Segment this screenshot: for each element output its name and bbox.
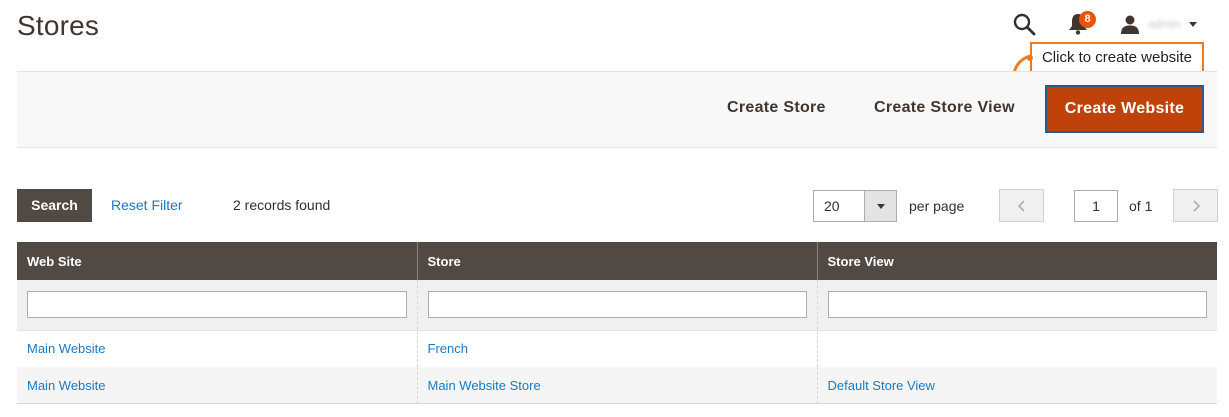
per-page-toggle[interactable]	[864, 191, 896, 221]
store-view-link[interactable]: Default Store View	[828, 378, 935, 393]
column-header-store-view[interactable]: Store View	[816, 242, 1217, 280]
store-link[interactable]: French	[428, 341, 468, 356]
records-count: 2 records found	[233, 197, 331, 213]
create-website-button[interactable]: Create Website	[1045, 85, 1204, 133]
next-page-button[interactable]	[1173, 189, 1218, 222]
table-row: Main Website Main Website Store Default …	[17, 367, 1217, 404]
chevron-left-icon	[1017, 200, 1025, 212]
column-header-store[interactable]: Store	[416, 242, 817, 280]
page-actions-bar	[17, 71, 1217, 148]
create-store-view-button[interactable]: Create Store View	[874, 99, 1015, 117]
user-name: admin	[1148, 17, 1181, 31]
create-store-button[interactable]: Create Store	[727, 99, 826, 117]
stores-grid: Web Site Store Store View Main Website F…	[17, 242, 1217, 404]
web-site-link[interactable]: Main Website	[27, 341, 106, 356]
total-pages-label: of 1	[1129, 198, 1153, 214]
per-page-label: per page	[909, 198, 965, 214]
per-page-value: 20	[824, 198, 840, 214]
table-row: Main Website French	[17, 330, 1217, 367]
per-page-select[interactable]: 20	[813, 190, 897, 222]
search-button[interactable]: Search	[17, 189, 92, 222]
store-filter-input[interactable]	[427, 291, 807, 319]
previous-page-button[interactable]	[999, 189, 1044, 222]
web-site-filter-input[interactable]	[27, 291, 407, 319]
grid-header-row: Web Site Store Store View	[17, 242, 1217, 280]
search-icon[interactable]	[1012, 12, 1036, 36]
page-title: Stores	[17, 10, 100, 41]
store-view-filter-input[interactable]	[827, 291, 1207, 319]
user-icon	[1121, 15, 1139, 34]
chevron-down-icon	[1188, 21, 1197, 27]
web-site-link[interactable]: Main Website	[27, 378, 106, 393]
chevron-right-icon	[1193, 200, 1201, 212]
notification-badge[interactable]: 8	[1079, 11, 1096, 28]
grid-filter-row	[17, 280, 1217, 331]
store-link[interactable]: Main Website Store	[428, 378, 541, 393]
user-menu[interactable]: admin	[1120, 12, 1197, 36]
current-page-input[interactable]	[1074, 190, 1118, 222]
caret-down-icon	[877, 204, 885, 209]
create-website-callout: Click to create website	[1030, 42, 1204, 73]
reset-filter-link[interactable]: Reset Filter	[111, 197, 183, 213]
column-header-web-site[interactable]: Web Site	[17, 242, 417, 280]
grid-bottom-border	[17, 403, 1217, 404]
